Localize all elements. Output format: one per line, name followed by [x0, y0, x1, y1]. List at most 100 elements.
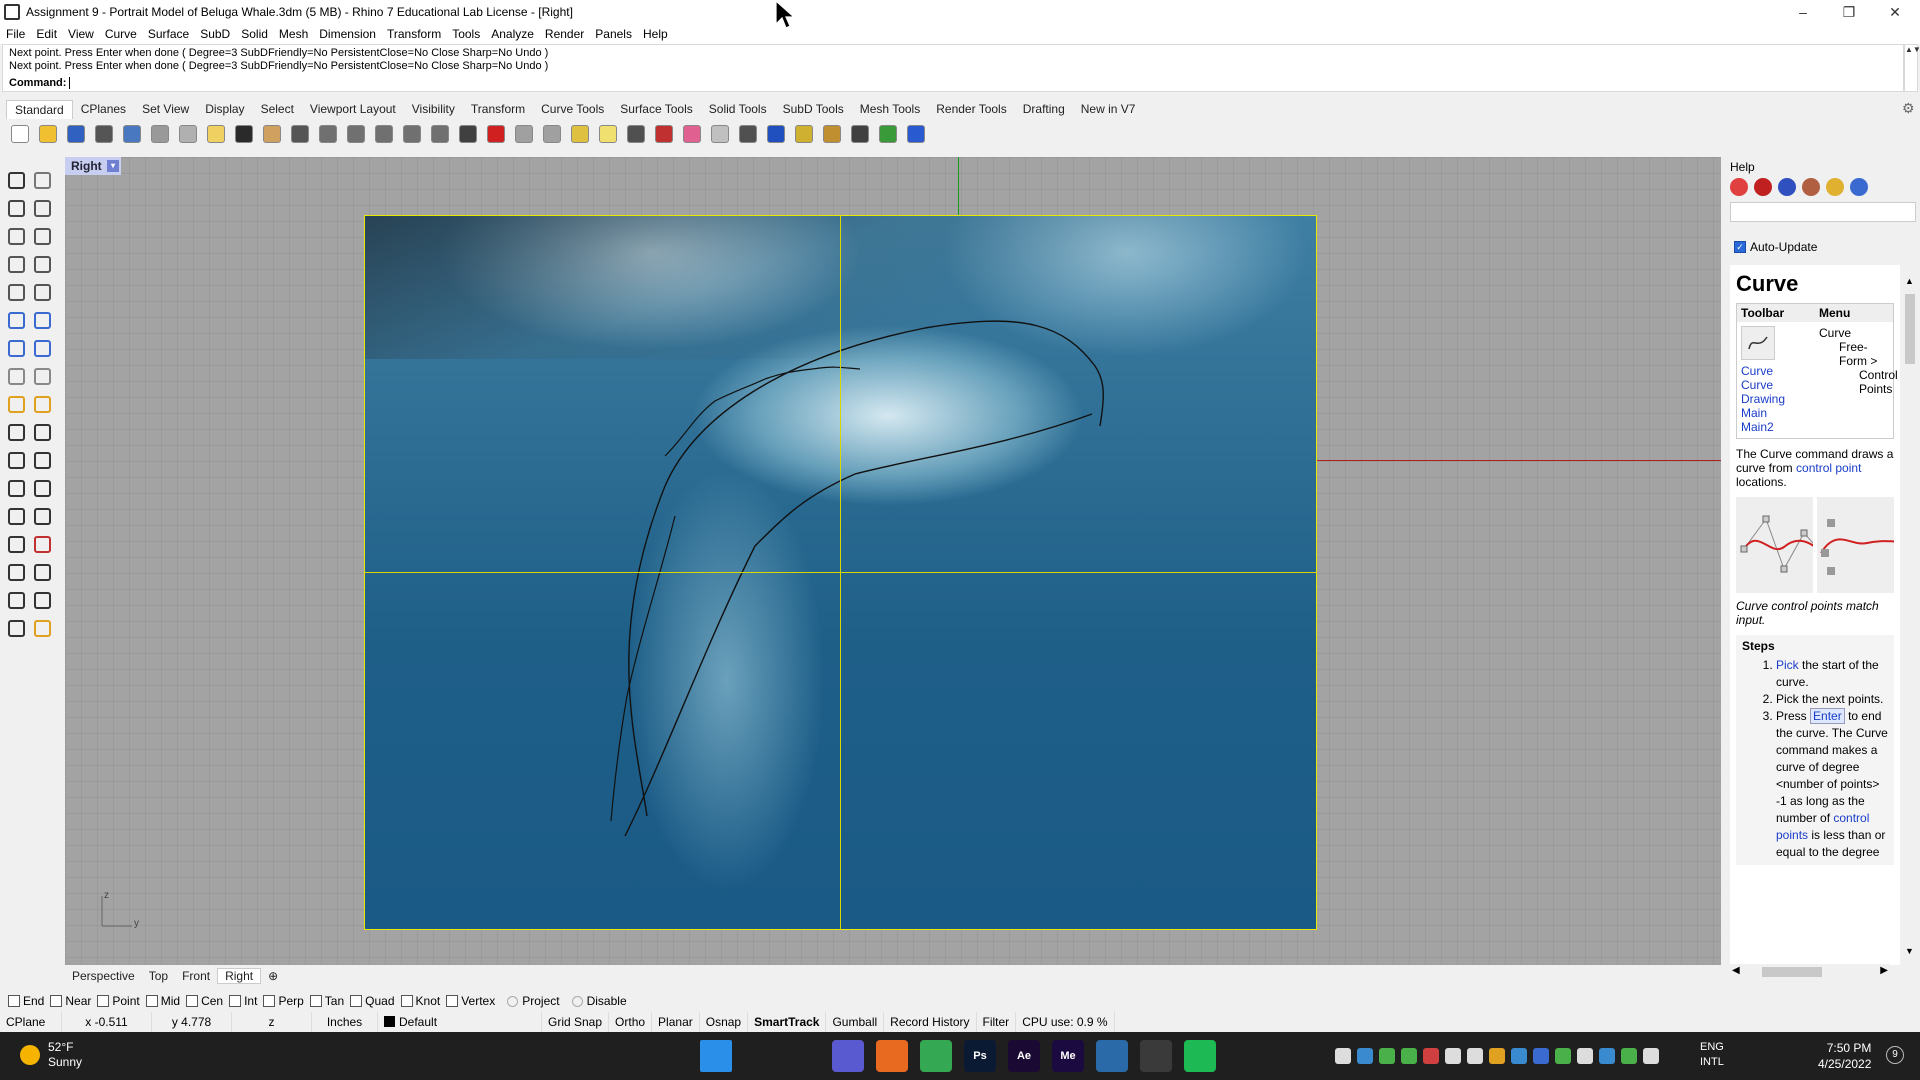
tray-icon[interactable] — [1555, 1048, 1571, 1064]
zoom-selected-button[interactable] — [400, 122, 424, 146]
osnap-checkbox[interactable] — [145, 995, 158, 1007]
tray-icon[interactable] — [1489, 1048, 1505, 1064]
extrude-tool-button[interactable] — [4, 364, 28, 388]
close-button[interactable]: ✕ — [1872, 0, 1918, 24]
viewport-tab-front[interactable]: Front — [175, 969, 217, 983]
auto-update-checkbox[interactable]: ✓ Auto-Update — [1734, 240, 1817, 254]
four-views-button[interactable] — [456, 122, 480, 146]
sphere-blue-button[interactable] — [764, 122, 788, 146]
toolbar-link-main[interactable]: Main — [1741, 406, 1811, 420]
select-tool-button[interactable] — [4, 168, 28, 192]
surface-tool-button[interactable] — [4, 308, 28, 332]
menu-help[interactable]: Help — [643, 27, 668, 41]
check-tool-button[interactable] — [30, 560, 54, 584]
osnap-tan[interactable]: Tan — [309, 994, 344, 1008]
chrome-taskbar-icon[interactable] — [920, 1040, 952, 1072]
lattice-tool-button[interactable] — [4, 588, 28, 612]
search-taskbar-icon[interactable] — [744, 1040, 776, 1072]
sphere-grey-button[interactable] — [708, 122, 732, 146]
notification-badge[interactable]: 9 — [1886, 1046, 1904, 1064]
menu-surface[interactable]: Surface — [148, 27, 189, 41]
menu-transform[interactable]: Transform — [387, 27, 441, 41]
panel-tab-icon[interactable] — [1850, 178, 1868, 196]
scale-tool-button[interactable] — [30, 420, 54, 444]
osnap-checkbox[interactable] — [229, 995, 242, 1007]
tab-solid-tools[interactable]: Solid Tools — [701, 100, 775, 118]
status-ortho[interactable]: Ortho — [609, 1012, 653, 1032]
viewport-tab-perspective[interactable]: Perspective — [65, 969, 142, 983]
viewport-title[interactable]: Right ▾ — [65, 157, 121, 175]
tab-viewport-layout[interactable]: Viewport Layout — [302, 100, 404, 118]
status-record-history[interactable]: Record History — [884, 1012, 977, 1032]
analyze-tool-button[interactable] — [30, 588, 54, 612]
save-button[interactable] — [64, 122, 88, 146]
tray-icon[interactable] — [1621, 1048, 1637, 1064]
menu-edit[interactable]: Edit — [36, 27, 57, 41]
aftereffects-taskbar-icon[interactable]: Ae — [1008, 1040, 1040, 1072]
scroll-left-icon[interactable]: ◀ — [1732, 965, 1740, 976]
rhino-app-icon[interactable] — [4, 4, 20, 20]
patch-tool-button[interactable] — [30, 308, 54, 332]
shield-button[interactable] — [652, 122, 676, 146]
tray-icon[interactable] — [1401, 1048, 1417, 1064]
new-button[interactable] — [8, 122, 32, 146]
layers-tool-button[interactable] — [4, 532, 28, 556]
color-wheel-button[interactable] — [680, 122, 704, 146]
tray-icon[interactable] — [1533, 1048, 1549, 1064]
tray-icon[interactable] — [1599, 1048, 1615, 1064]
osnap-checkbox[interactable] — [263, 995, 276, 1007]
wand-button[interactable] — [792, 122, 816, 146]
circle-button[interactable] — [540, 122, 564, 146]
point-tool-button[interactable] — [30, 168, 54, 192]
tab-render-tools[interactable]: Render Tools — [928, 100, 1015, 118]
osnap-project[interactable]: Project — [507, 994, 560, 1008]
dimension-tool-button[interactable] — [30, 504, 54, 528]
tray-icon[interactable] — [1357, 1048, 1373, 1064]
taskview-taskbar-icon[interactable] — [788, 1040, 820, 1072]
grid-snap-button[interactable] — [848, 122, 872, 146]
osnap-disable[interactable]: Disable — [571, 994, 627, 1008]
tab-mesh-tools[interactable]: Mesh Tools — [852, 100, 928, 118]
tab-drafting[interactable]: Drafting — [1015, 100, 1073, 118]
cone-tool-button[interactable] — [4, 448, 28, 472]
tab-standard[interactable]: Standard — [6, 99, 73, 119]
arc-tool-button[interactable] — [30, 224, 54, 248]
taskbar-clock[interactable]: 7:50 PM 4/25/2022 — [1818, 1040, 1871, 1072]
radio-icon[interactable] — [507, 995, 519, 1007]
menu-file[interactable]: File — [6, 27, 25, 41]
pan-button[interactable] — [260, 122, 284, 146]
polyline-tool-button[interactable] — [4, 196, 28, 220]
rotate-tool-button[interactable] — [4, 476, 28, 500]
osnap-checkbox[interactable] — [97, 995, 110, 1007]
whale-tail-curve[interactable] — [610, 515, 676, 822]
tray-icon[interactable] — [1577, 1048, 1593, 1064]
copy-button[interactable] — [176, 122, 200, 146]
osnap-checkbox[interactable] — [186, 995, 199, 1007]
status-filter[interactable]: Filter — [977, 1012, 1017, 1032]
tab-cplanes[interactable]: CPlanes — [73, 100, 134, 118]
trim-tool-button[interactable] — [30, 392, 54, 416]
toolbar-link-main2[interactable]: Main2 — [1741, 420, 1811, 434]
menu-render[interactable]: Render — [545, 27, 584, 41]
enter-key-badge[interactable]: Enter — [1810, 708, 1845, 724]
polygon-tool-button[interactable] — [30, 252, 54, 276]
car-button[interactable] — [484, 122, 508, 146]
command-scroll-arrows[interactable]: ▲▼ — [1904, 44, 1920, 92]
panel-tab-icon[interactable] — [1778, 178, 1796, 196]
viewport-dropdown-icon[interactable]: ▾ — [107, 160, 119, 172]
undo-button[interactable] — [232, 122, 256, 146]
mediaencoder-taskbar-icon[interactable]: Me — [1052, 1040, 1084, 1072]
status-smarttrack[interactable]: SmartTrack — [748, 1012, 827, 1032]
status-gumball[interactable]: Gumball — [826, 1012, 885, 1032]
osnap-vertex[interactable]: Vertex — [446, 994, 495, 1008]
toolbar-link-curve[interactable]: Curve — [1741, 364, 1811, 378]
osnap-knot[interactable]: Knot — [400, 994, 440, 1008]
maximize-button[interactable]: ❐ — [1826, 0, 1872, 24]
move-tool-button[interactable] — [4, 420, 28, 444]
tab-set-view[interactable]: Set View — [134, 100, 197, 118]
osnap-quad[interactable]: Quad — [350, 994, 395, 1008]
ellipse-tool-button[interactable] — [4, 280, 28, 304]
boolean-tool-button[interactable] — [30, 336, 54, 360]
whale-back-curve[interactable] — [628, 320, 1104, 817]
sphere-dark-button[interactable] — [736, 122, 760, 146]
